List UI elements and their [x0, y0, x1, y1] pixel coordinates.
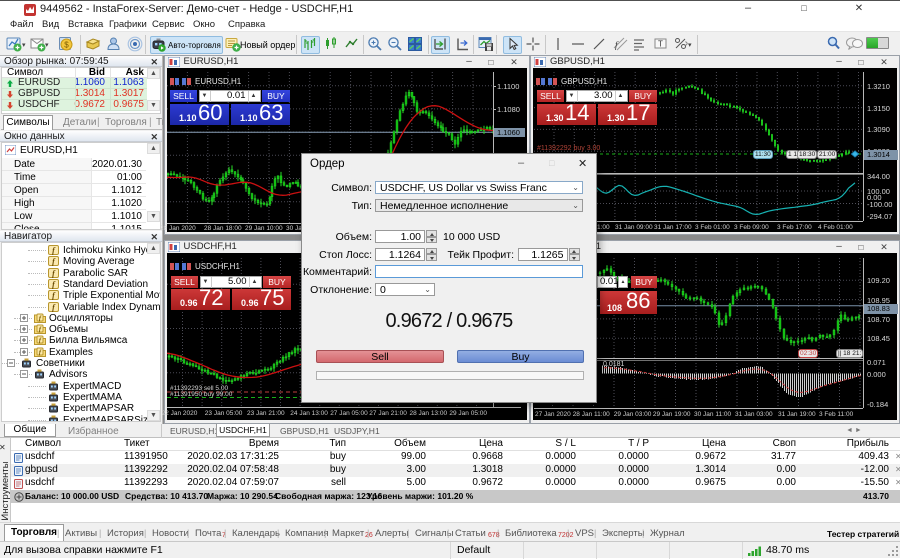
svg-text:T: T	[658, 40, 663, 49]
svg-text:$: $	[64, 41, 69, 50]
